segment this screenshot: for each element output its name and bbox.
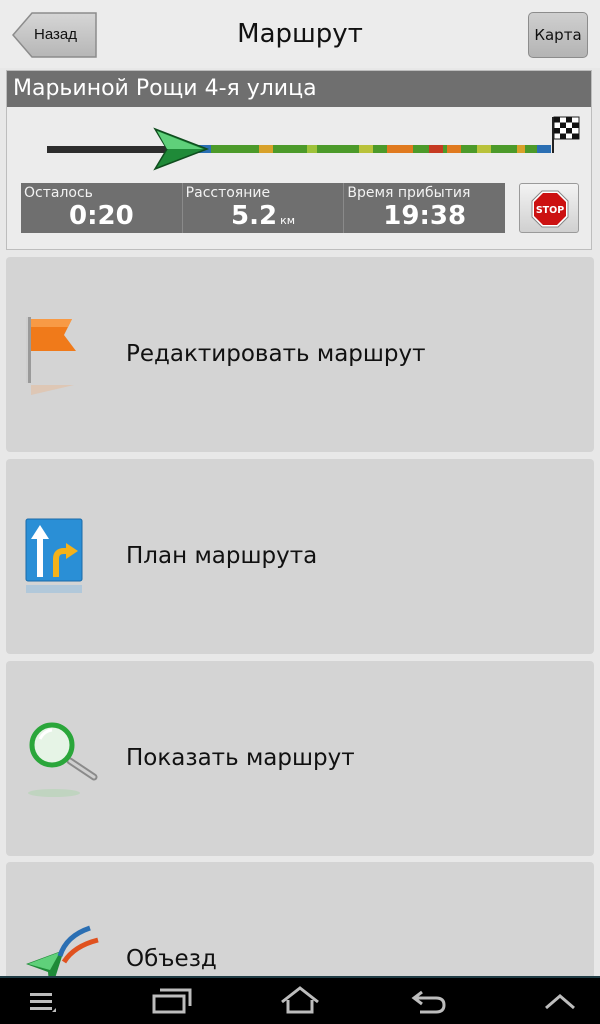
- system-navigation-bar: [0, 976, 600, 1024]
- home-nav-button[interactable]: [260, 978, 340, 1024]
- stat-value: 19:38: [344, 201, 505, 231]
- finish-flag-icon: [552, 116, 580, 153]
- stat-value: 5.2 км: [183, 201, 344, 231]
- route-travelled-line: [47, 146, 177, 153]
- back-button-label: Назад: [34, 26, 77, 43]
- home-icon: [281, 986, 319, 1014]
- menu-item-label: Редактировать маршрут: [126, 341, 426, 367]
- stat-number: 19:38: [383, 201, 467, 231]
- street-name: Марьиной Рощи 4-я улица: [7, 71, 591, 107]
- stat-label: Расстояние: [185, 185, 271, 201]
- stat-distance: Расстояние 5.2 км: [183, 183, 345, 233]
- stop-route-button[interactable]: STOP: [519, 183, 579, 233]
- route-progress-graphic: [47, 116, 580, 171]
- stat-value: 0:20: [21, 201, 182, 231]
- page-title: Маршрут: [237, 19, 363, 49]
- route-info-panel: Марьиной Рощи 4-я улица Осталось 0:20 Ра…: [6, 70, 592, 250]
- header: Назад Маршрут Карта: [0, 0, 600, 68]
- menu-icon: [30, 993, 56, 1012]
- map-button[interactable]: Карта: [528, 12, 588, 58]
- stat-number: 5.2: [231, 201, 278, 231]
- menu-item-label: Показать маршрут: [126, 745, 355, 771]
- route-stats: Осталось 0:20 Расстояние 5.2 км Время при…: [21, 183, 505, 233]
- menu-item-show-route[interactable]: Показать маршрут: [6, 661, 594, 856]
- route-progress: [7, 107, 591, 183]
- stat-number: 0:20: [69, 201, 134, 231]
- menu-item-route-plan[interactable]: План маршрута: [6, 459, 594, 654]
- stat-label: Осталось: [24, 185, 93, 201]
- back-nav-button[interactable]: [390, 978, 470, 1024]
- recent-apps-nav-button[interactable]: [130, 978, 210, 1024]
- menu-item-label: План маршрута: [126, 543, 318, 569]
- collapse-nav-button[interactable]: [520, 978, 600, 1024]
- recent-apps-icon: [152, 988, 192, 1014]
- stat-unit: км: [280, 214, 296, 227]
- route-plan-arrows-icon: [20, 515, 104, 599]
- back-icon: [411, 990, 446, 1014]
- magnifier-icon: [20, 717, 104, 801]
- stat-label: Время прибытия: [347, 185, 471, 201]
- app-screen: Назад Маршрут Карта Марьиной Рощи 4-я ул…: [0, 0, 600, 1024]
- collapse-icon: [545, 994, 575, 1010]
- stop-sign-text: STOP: [536, 205, 564, 216]
- menu-nav-button[interactable]: [2, 978, 82, 1024]
- orange-flag-icon: [20, 313, 104, 397]
- stat-arrival-time: Время прибытия 19:38: [344, 183, 505, 233]
- stat-remaining-time: Осталось 0:20: [21, 183, 183, 233]
- stop-sign-icon: STOP: [531, 190, 569, 228]
- back-button[interactable]: Назад: [12, 12, 98, 58]
- menu-item-edit-route[interactable]: Редактировать маршрут: [6, 257, 594, 452]
